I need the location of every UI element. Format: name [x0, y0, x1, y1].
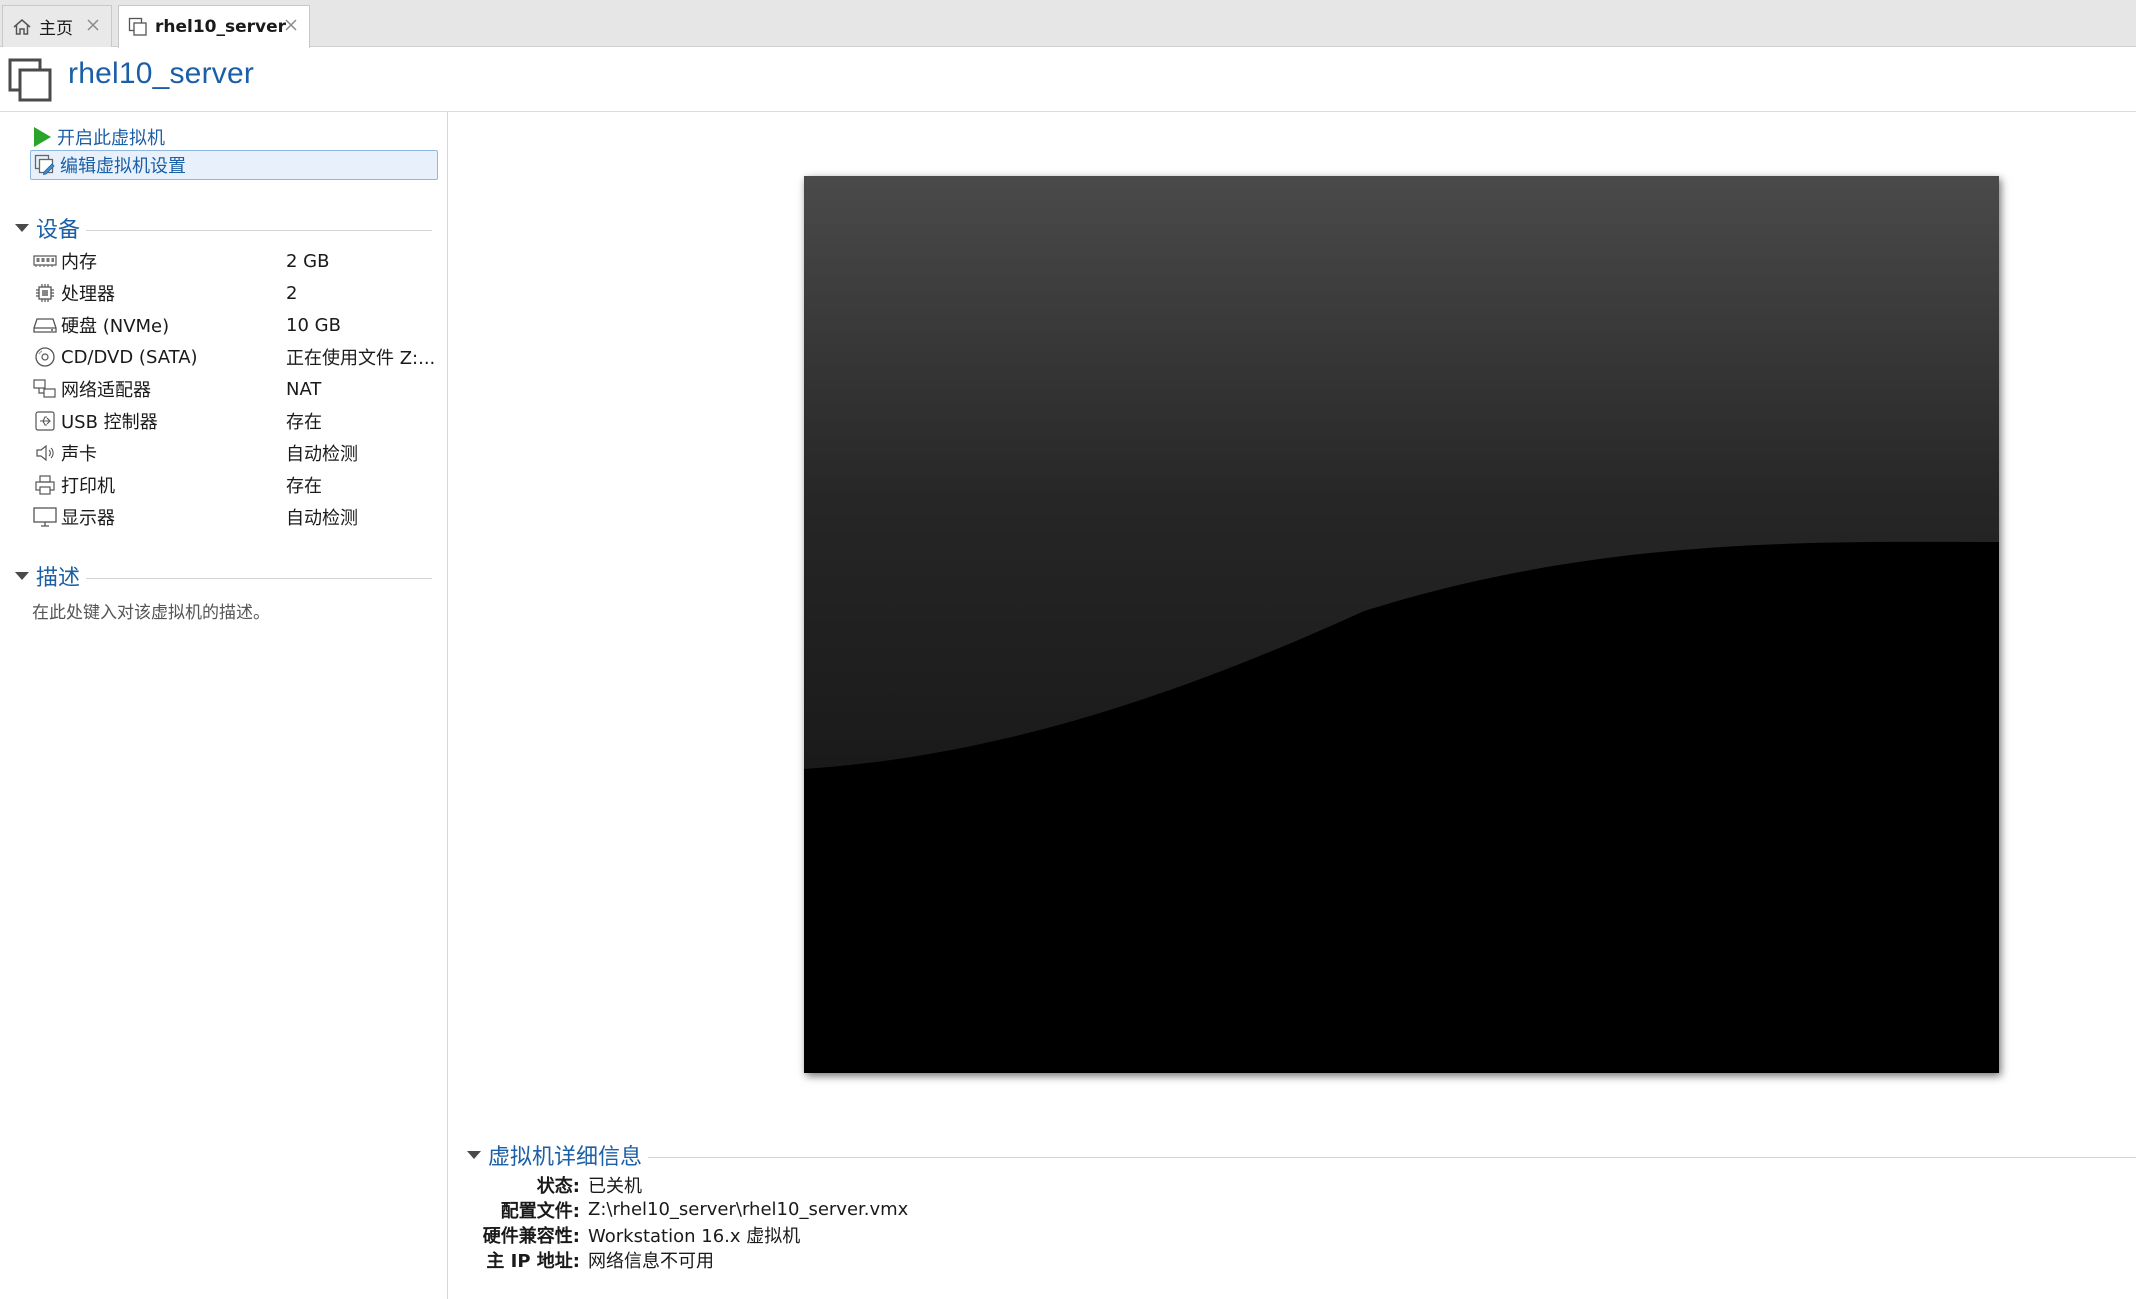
device-value: 2	[286, 282, 298, 304]
usb-controller-icon	[32, 409, 58, 433]
vm-icon	[7, 57, 53, 103]
device-row-sound-card[interactable]: 声卡 自动检测	[32, 437, 442, 469]
hard-disk-icon	[32, 313, 58, 337]
vm-preview-graphic	[804, 176, 1999, 1073]
detail-label: 配置文件:	[500, 1200, 580, 1222]
collapse-caret-icon[interactable]	[12, 566, 32, 586]
device-row-display[interactable]: 显示器 自动检测	[32, 501, 442, 533]
device-value: 2 GB	[286, 250, 330, 272]
vm-header: rhel10_server	[0, 47, 2136, 112]
close-icon[interactable]	[83, 15, 103, 35]
section-divider	[86, 577, 432, 579]
device-row-printer[interactable]: 打印机 存在	[32, 469, 442, 501]
device-name: 网络适配器	[61, 380, 151, 401]
detail-row-state: 状态: 已关机	[464, 1172, 1364, 1197]
device-row-usb-controller[interactable]: USB 控制器 存在	[32, 405, 442, 437]
vm-screen-preview[interactable]	[804, 176, 1999, 1073]
vm-icon	[127, 16, 149, 38]
device-name: USB 控制器	[61, 412, 158, 433]
vm-details-section-header[interactable]: 虚拟机详细信息	[464, 1141, 2136, 1170]
device-name: 硬盘 (NVMe)	[61, 316, 170, 337]
device-name: CD/DVD (SATA)	[61, 346, 198, 368]
device-value: 存在	[286, 476, 322, 497]
device-name: 显示器	[61, 508, 115, 529]
detail-value: Workstation 16.x 虚拟机	[588, 1225, 801, 1247]
detail-row-hardware-compat: 硬件兼容性: Workstation 16.x 虚拟机	[464, 1222, 1364, 1247]
edit-settings-button[interactable]: 编辑虚拟机设置	[30, 150, 438, 180]
page-title: rhel10_server	[68, 57, 255, 90]
device-value: 存在	[286, 412, 322, 433]
devices-section-header[interactable]: 设备	[12, 214, 432, 243]
power-on-label: 开启此虚拟机	[57, 128, 165, 149]
device-name: 处理器	[61, 284, 115, 305]
device-name: 打印机	[61, 476, 115, 497]
device-row-cd-dvd[interactable]: CD/DVD (SATA) 正在使用文件 Z:...	[32, 341, 442, 373]
power-on-button[interactable]: 开启此虚拟机	[30, 122, 165, 152]
detail-label: 状态:	[536, 1175, 580, 1197]
device-value: 10 GB	[286, 314, 341, 336]
detail-row-ip-address: 主 IP 地址: 网络信息不可用	[464, 1247, 1364, 1272]
device-name: 内存	[61, 252, 97, 273]
device-row-network-adapter[interactable]: 网络适配器 NAT	[32, 373, 442, 405]
tab-vm[interactable]: rhel10_server	[118, 5, 310, 48]
description-text[interactable]: 在此处键入对该虚拟机的描述。	[32, 598, 270, 623]
device-list: 内存 2 GB 处理器 2 硬盘 (NVMe) 10 GB CD/DVD (SA…	[32, 245, 442, 533]
display-icon	[32, 505, 58, 529]
tab-home[interactable]: 主页	[2, 5, 112, 47]
tab-label: 主页	[39, 19, 73, 39]
sound-card-icon	[32, 441, 58, 465]
tab-label: rhel10_server	[155, 17, 287, 37]
cd-dvd-icon	[32, 345, 58, 369]
network-adapter-icon	[32, 377, 58, 401]
edit-settings-label: 编辑虚拟机设置	[60, 156, 186, 177]
vm-details-section-title: 虚拟机详细信息	[488, 1145, 643, 1170]
home-icon	[11, 16, 33, 38]
device-row-processor[interactable]: 处理器 2	[32, 277, 442, 309]
detail-value: 已关机	[588, 1175, 642, 1197]
processor-icon	[32, 281, 58, 305]
tab-bar: 主页 rhel10_server	[0, 0, 2136, 48]
play-icon	[30, 125, 54, 149]
detail-label: 硬件兼容性:	[482, 1225, 580, 1247]
detail-row-config-file: 配置文件: Z:\rhel10_server\rhel10_server.vmx	[464, 1197, 1364, 1222]
description-section-header[interactable]: 描述	[12, 562, 432, 591]
printer-icon	[32, 473, 58, 497]
vm-details: 状态: 已关机 配置文件: Z:\rhel10_server\rhel10_se…	[464, 1172, 1364, 1272]
device-row-hard-disk[interactable]: 硬盘 (NVMe) 10 GB	[32, 309, 442, 341]
section-divider	[648, 1156, 2136, 1158]
device-value: 正在使用文件 Z:...	[286, 348, 436, 369]
close-icon[interactable]	[281, 15, 301, 35]
description-section-title: 描述	[36, 566, 81, 591]
edit-settings-icon	[33, 153, 57, 177]
device-value: 自动检测	[286, 444, 358, 465]
detail-value: 网络信息不可用	[588, 1250, 714, 1272]
device-value: 自动检测	[286, 508, 358, 529]
section-divider	[86, 229, 432, 231]
device-name: 声卡	[61, 444, 97, 465]
detail-value: Z:\rhel10_server\rhel10_server.vmx	[588, 1199, 909, 1220]
collapse-caret-icon[interactable]	[464, 1145, 484, 1165]
device-value: NAT	[286, 378, 322, 400]
collapse-caret-icon[interactable]	[12, 218, 32, 238]
detail-label: 主 IP 地址:	[486, 1250, 580, 1272]
memory-icon	[32, 249, 58, 273]
device-row-memory[interactable]: 内存 2 GB	[32, 245, 442, 277]
vm-sidebar: 开启此虚拟机 编辑虚拟机设置 设备 内存 2 GB 处理器 2 硬盘 (NVMe…	[0, 112, 448, 1299]
devices-section-title: 设备	[36, 218, 81, 243]
